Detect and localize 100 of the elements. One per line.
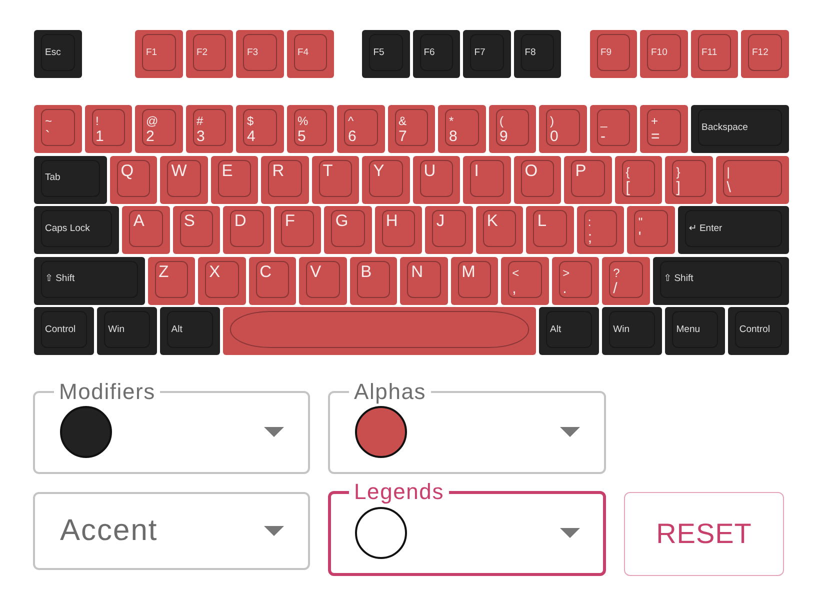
key-legend: ⇧ Shift [45, 273, 75, 285]
key-legend: Alt [171, 324, 182, 336]
shift-legend: # [196, 114, 204, 128]
key-legend: U [424, 162, 436, 180]
shift-legend: ? [613, 266, 620, 280]
key-legend: F9 [600, 46, 612, 58]
key-legend: P [575, 162, 586, 180]
key-legend: C [260, 262, 272, 280]
key-legend: 3 [196, 128, 205, 145]
caret-icon [560, 427, 580, 437]
key-legend: F8 [524, 46, 536, 58]
key-legend: Alt [550, 324, 562, 336]
key-legend: 9 [500, 128, 508, 145]
shift-legend: * [449, 114, 454, 128]
shift-legend: ( [500, 114, 504, 128]
key-legend: ' [638, 229, 642, 246]
shift-legend: < [512, 266, 520, 280]
shift-legend: } [676, 164, 680, 178]
key-legend: F5 [373, 46, 384, 58]
key-legend: J [436, 212, 445, 230]
key-legend: F7 [474, 46, 486, 58]
shift-legend: > [562, 266, 570, 280]
key-legend: Esc [45, 46, 61, 58]
key-legend: - [600, 128, 606, 145]
key-legend: = [651, 128, 660, 145]
key-legend: 1 [96, 128, 104, 145]
key-legend: F2 [196, 46, 208, 58]
key-legend: F6 [424, 46, 435, 58]
key-legend: T [322, 162, 333, 180]
key-legend: H [386, 212, 398, 230]
key-legend: V [310, 262, 322, 280]
shift-legend: _ [600, 114, 608, 128]
key-legend: , [512, 280, 516, 296]
key-legend: F3 [247, 46, 258, 58]
key-legend: A [133, 212, 144, 230]
key-legend: K [486, 212, 498, 230]
key-legend: Menu [676, 324, 700, 336]
key-legend: Y [373, 162, 384, 180]
shift-legend: $ [247, 114, 254, 128]
key-legend: S [184, 212, 195, 230]
key-legend: L [537, 212, 547, 230]
key-legend: . [562, 280, 567, 296]
key-legend: R [272, 162, 284, 180]
key-legend: 7 [398, 128, 407, 145]
caret-icon [264, 526, 284, 536]
key-legend: M [462, 262, 476, 280]
key-legend: ; [588, 229, 592, 246]
shift-legend: & [398, 114, 407, 128]
key-legend: Control [45, 324, 76, 336]
key-legend: N [411, 262, 424, 280]
key-legend: 8 [449, 128, 458, 145]
key-legend: 6 [348, 128, 356, 145]
shift-legend: { [626, 164, 630, 178]
shift-legend: ^ [348, 114, 354, 128]
key-legend: 2 [146, 128, 154, 145]
key-legend: Z [158, 262, 169, 280]
key-legend: Backspace [702, 122, 748, 134]
shift-legend: @ [146, 114, 158, 128]
key-legend: F4 [298, 46, 309, 58]
caret-icon [264, 427, 284, 437]
caret-icon [560, 528, 580, 538]
key-legend: F12 [752, 46, 768, 58]
key-legend: F [284, 212, 295, 230]
color-select[interactable]: Accent [33, 492, 310, 570]
key-legend: Q [120, 162, 134, 180]
key-legend: 5 [298, 128, 306, 145]
shift-legend: ! [96, 114, 99, 128]
key-legend: F11 [702, 46, 718, 58]
key-legend: X [209, 262, 220, 280]
key-legend: E [222, 162, 233, 180]
key-legend: Win [108, 324, 124, 336]
key-legend: Win [613, 324, 630, 336]
key-legend: 4 [247, 128, 256, 145]
key-legend: [ [626, 178, 630, 196]
key-legend: Caps Lock [45, 222, 90, 234]
shift-legend: ~ [45, 114, 52, 128]
key-legend: ] [676, 178, 680, 196]
shift-legend: ) [550, 114, 554, 128]
shift-legend: % [298, 114, 308, 128]
key-legend: ↵ Enter [688, 222, 722, 234]
key-legend: G [335, 212, 348, 230]
shift-legend: + [651, 114, 658, 128]
shift-legend: : [588, 215, 592, 229]
key-legend: O [524, 162, 538, 180]
key-legend: I [474, 162, 479, 180]
key-legend: F1 [146, 46, 158, 58]
key-legend: \ [726, 178, 731, 196]
key-legend: 0 [550, 128, 558, 145]
shift-legend: " [638, 215, 643, 229]
key-legend: D [234, 212, 246, 230]
key-legend: W [171, 162, 187, 180]
key-legend: F10 [651, 46, 668, 58]
key-legend: ` [45, 128, 50, 145]
reset-button[interactable]: RESET [624, 492, 784, 576]
key-legend: Control [739, 324, 770, 336]
key-legend: B [360, 262, 372, 280]
shift-legend: | [726, 164, 730, 178]
key-legend: Tab [45, 172, 60, 184]
key-legend: ⇧ Shift [664, 273, 694, 285]
key-legend: / [613, 280, 618, 296]
